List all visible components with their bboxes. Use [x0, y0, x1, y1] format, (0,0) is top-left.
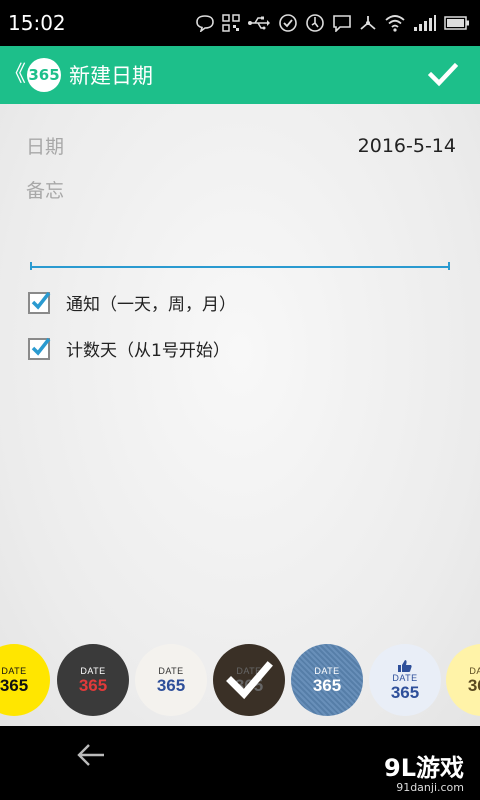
- theme-option-paper[interactable]: DATE 365: [135, 644, 207, 716]
- thumbs-up-icon: [398, 660, 412, 672]
- qr-icon: [222, 14, 240, 32]
- usb-icon: [248, 16, 270, 30]
- back-button[interactable]: [76, 740, 106, 774]
- theme-number: 365: [312, 676, 342, 695]
- back-arrow-icon: [77, 744, 104, 766]
- theme-top-label: DATE: [314, 666, 340, 676]
- theme-number: 365: [78, 676, 108, 695]
- app-logo[interactable]: 365: [27, 58, 62, 92]
- wifi-icon: [385, 15, 405, 32]
- memo-label: 备忘: [26, 180, 65, 202]
- theme-top-label: DATE: [158, 666, 184, 676]
- date-label: 日期: [26, 136, 65, 158]
- sync-icon: [306, 14, 324, 32]
- navigation-bar: 9L游戏 91danji.com: [0, 726, 480, 800]
- status-time: 15:02: [8, 11, 66, 35]
- selected-check-icon: [226, 661, 273, 700]
- theme-number: 365: [0, 676, 29, 695]
- theme-number: 365: [156, 676, 186, 695]
- notify-checkbox[interactable]: [28, 291, 51, 314]
- watermark-main: 9L游戏: [384, 754, 464, 782]
- chat-icon: [196, 15, 214, 32]
- date-value[interactable]: 2016-5-14: [358, 135, 456, 157]
- theme-option-yellow[interactable]: DATE 365: [0, 644, 50, 716]
- count-days-label: 计数天（从1号开始）: [66, 341, 230, 361]
- check-circle-icon: [279, 14, 297, 32]
- theme-picker: DATE 365 DATE 365 DATE 365 DATE 365 DATE…: [0, 644, 480, 724]
- theme-number: 365: [467, 676, 480, 695]
- status-icons: [195, 13, 470, 33]
- theme-top-label: DATE: [469, 666, 480, 676]
- theme-option-dark[interactable]: DATE 365: [57, 644, 129, 716]
- back-chevron-icon[interactable]: 《: [4, 64, 26, 86]
- date-row[interactable]: 日期 2016-5-14: [26, 132, 456, 159]
- app-bar: 《 365 新建日期: [0, 46, 480, 104]
- theme-top-label: DATE: [392, 673, 418, 683]
- share-icon: [360, 16, 376, 30]
- checkbox-check-icon: [31, 337, 51, 356]
- theme-option-denim[interactable]: DATE 365: [291, 644, 363, 716]
- status-bar: 15:02: [0, 0, 480, 46]
- watermark: 9L游戏 91danji.com: [384, 748, 464, 794]
- message-icon: [333, 15, 351, 32]
- memo-underline: [30, 262, 450, 270]
- count-days-option[interactable]: 计数天（从1号开始）: [28, 336, 230, 361]
- memo-input[interactable]: [30, 214, 450, 268]
- theme-top-label: DATE: [80, 666, 106, 676]
- theme-top-label: DATE: [1, 666, 27, 676]
- theme-option-pale-yellow[interactable]: DATE 365: [446, 644, 480, 716]
- checkmark-icon: [427, 62, 459, 87]
- count-days-checkbox[interactable]: [28, 337, 51, 360]
- theme-number: 365: [390, 683, 420, 702]
- checkbox-check-icon: [31, 291, 51, 310]
- page-title: 新建日期: [69, 64, 154, 88]
- battery-icon: [444, 16, 469, 30]
- theme-option-brown-selected[interactable]: DATE 365: [213, 644, 285, 716]
- content-area: 日期 2016-5-14 备忘 通知（一天，周，月） 计数天（从1号开始） DA…: [0, 104, 480, 726]
- notify-label: 通知（一天，周，月）: [66, 295, 236, 315]
- notify-option[interactable]: 通知（一天，周，月）: [28, 290, 236, 315]
- watermark-sub: 91danji.com: [396, 781, 464, 794]
- theme-option-light-blue[interactable]: DATE 365: [369, 644, 441, 716]
- confirm-button[interactable]: [427, 60, 459, 90]
- signal-icon: [414, 15, 436, 31]
